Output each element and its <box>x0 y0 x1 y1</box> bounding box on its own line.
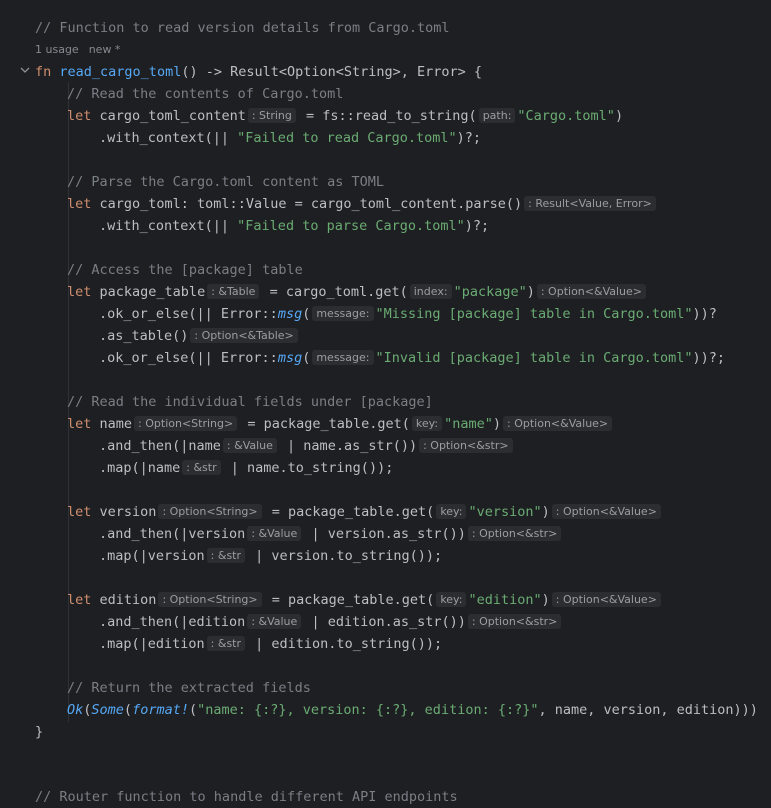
type-hint: : &str <box>206 636 246 651</box>
type-hint: : Option<&str> <box>467 614 562 629</box>
code-line-4: .with_context(|| "Failed to read Cargo.t… <box>99 130 482 146</box>
author-status[interactable]: new * <box>89 43 121 56</box>
code-comment: // Access the [package] table <box>67 262 303 278</box>
type-hint: : Option<&Value> <box>551 504 661 519</box>
type-hint: : Option<String> <box>158 592 262 607</box>
type-hint: : &Value <box>247 526 302 541</box>
code-line-6: let cargo_toml: toml::Value = cargo_toml… <box>67 193 658 215</box>
type-hint: : &str <box>182 460 221 475</box>
type-hint: : Option<String> <box>158 504 262 519</box>
code-line-15: .and_then(|name: &Value | name.as_str())… <box>99 435 515 457</box>
type-hint: : Option<String> <box>134 416 238 431</box>
type-hint: : Option<&str> <box>419 438 513 453</box>
code-line-21: .and_then(|edition: &Value | edition.as_… <box>99 611 563 633</box>
param-hint: key: <box>436 592 467 607</box>
code-line-3: let cargo_toml_content: String = fs::rea… <box>67 108 624 124</box>
code-line-14: let name: Option<String> = package_table… <box>67 413 614 435</box>
code-line-18: .and_then(|version: &Value | version.as_… <box>99 523 563 545</box>
param-hint: key: <box>436 504 467 519</box>
code-line-12: .ok_or_else(|| Error::msg(message: "Inval… <box>99 350 725 366</box>
code-comment: // Function to read version details from… <box>35 20 450 36</box>
type-hint: : &Table <box>207 284 260 299</box>
code-line-9: let package_table: &Table = cargo_toml.g… <box>67 281 648 303</box>
param-hint: message: <box>312 306 374 321</box>
type-hint: : Option<&str> <box>467 526 562 541</box>
code-line-25: } <box>35 724 44 740</box>
param-hint: index: <box>409 284 452 299</box>
param-hint: path: <box>478 108 516 123</box>
code-comment: // Read the individual fields under [pac… <box>67 394 433 410</box>
code-comment: // Parse the Cargo.toml content as TOML <box>67 174 384 190</box>
param-hint: key: <box>411 416 443 431</box>
fold-chevron-down-icon[interactable] <box>20 65 32 77</box>
code-line-22: .map(|edition: &str | edition.to_string(… <box>99 636 443 652</box>
param-hint: message: <box>312 350 374 365</box>
type-hint: : &Value <box>247 614 302 629</box>
code-line-1: fn read_cargo_toml() -> Result<Option<St… <box>35 64 483 80</box>
code-line-19: .map(|version: &str | version.to_string(… <box>99 548 443 564</box>
usages-count[interactable]: 1 usage <box>35 43 79 56</box>
type-hint: : Option<&Value> <box>503 416 613 431</box>
code-vision-meta: 1 usage new * <box>35 41 130 59</box>
code-line-16: .map(|name: &str | name.to_string()); <box>99 460 394 476</box>
type-hint: : Option<&Table> <box>190 328 298 343</box>
code-comment: // Read the contents of Cargo.toml <box>67 86 344 102</box>
type-hint: : &Value <box>222 438 277 453</box>
type-hint: : &str <box>206 548 246 563</box>
type-hint: : String <box>247 108 296 123</box>
code-line-10: .ok_or_else(|| Error::msg(message: "Missi… <box>99 306 717 322</box>
code-comment: // Router function to handle different A… <box>35 789 458 805</box>
type-hint: : Option<&Value> <box>551 592 661 607</box>
type-hint: : Option<&Value> <box>536 284 646 299</box>
code-line-7: .with_context(|| "Failed to parse Cargo.… <box>99 218 490 234</box>
code-line-24: Ok(Some(format!("name: {:?}, version: {:… <box>67 702 758 718</box>
code-editor: { "editor": { "top_comment": "// Functio… <box>0 0 771 805</box>
type-hint: : Result<Value, Error> <box>524 196 656 211</box>
code-line-11: .as_table(): Option<&Table> <box>99 325 300 347</box>
code-comment: // Return the extracted fields <box>67 680 311 696</box>
code-line-20: let edition: Option<String> = package_ta… <box>67 589 663 611</box>
code-line-17: let version: Option<String> = package_ta… <box>67 501 663 523</box>
